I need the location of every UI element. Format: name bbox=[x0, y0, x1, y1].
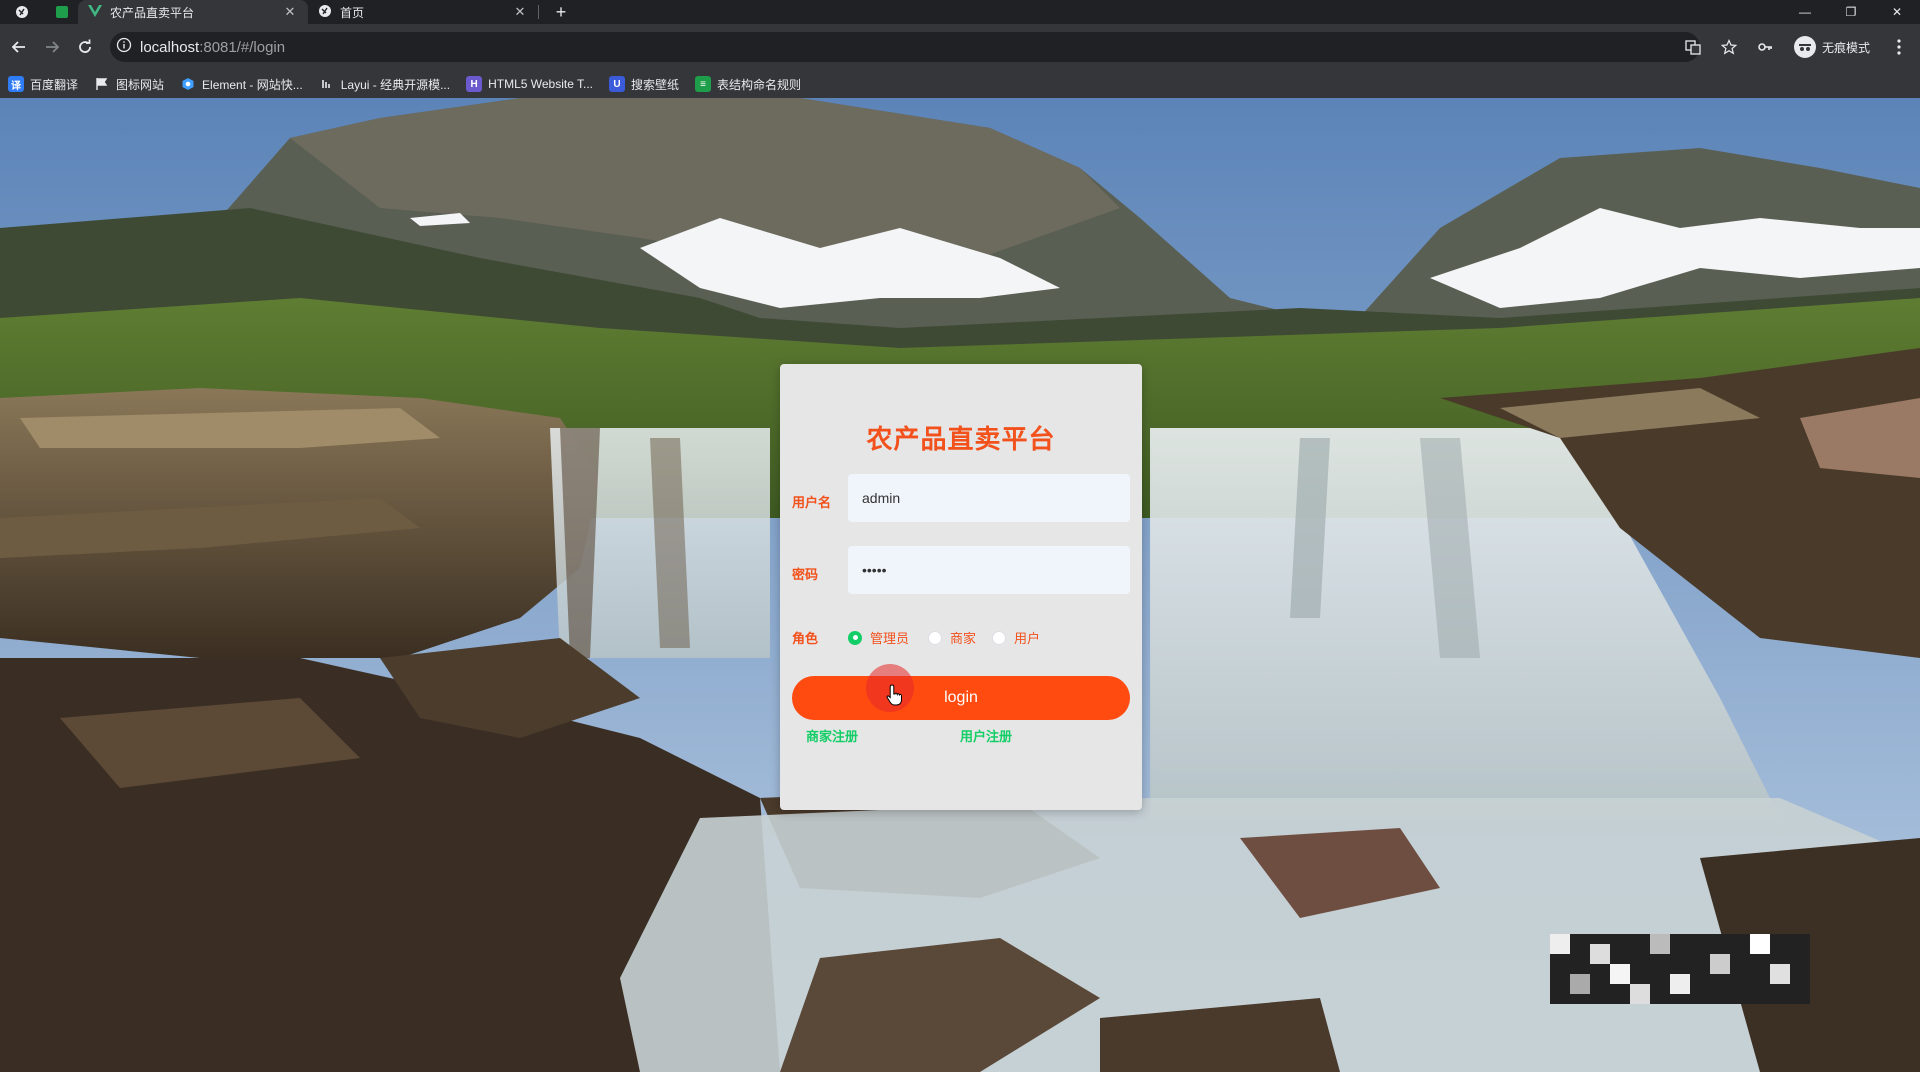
translate-page-icon[interactable] bbox=[1678, 32, 1708, 62]
bookmark-star-icon[interactable] bbox=[1714, 32, 1744, 62]
layui-icon bbox=[319, 76, 335, 92]
tab-divider bbox=[538, 5, 539, 19]
back-icon[interactable] bbox=[4, 32, 34, 62]
info-icon[interactable] bbox=[116, 37, 132, 58]
bookmark-label: Element - 网站快... bbox=[202, 77, 303, 92]
app-favicon-icon bbox=[52, 0, 72, 24]
incognito-indicator[interactable]: 无痕模式 bbox=[1786, 33, 1878, 61]
radio-unchecked-icon bbox=[992, 630, 1006, 645]
radio-label: 用户 bbox=[1014, 631, 1041, 646]
window-controls: — ❐ ✕ bbox=[1782, 0, 1920, 24]
role-radio-user[interactable]: 用户 bbox=[992, 628, 1040, 647]
forward-icon[interactable] bbox=[37, 32, 67, 62]
menu-kebab-icon[interactable] bbox=[1884, 32, 1914, 62]
bookmark-label: 图标网站 bbox=[116, 77, 165, 92]
password-mask: ••••• bbox=[862, 562, 887, 578]
bookmark-label: Layui - 经典开源模... bbox=[340, 77, 451, 92]
vue-icon bbox=[88, 4, 102, 20]
password-input[interactable]: ••••• bbox=[848, 546, 1130, 594]
html5-icon: H bbox=[466, 76, 483, 92]
url-path: :8081/#/login bbox=[199, 38, 286, 56]
hand-cursor-icon bbox=[886, 684, 902, 706]
translate-icon: 译 bbox=[8, 76, 24, 92]
tab-active[interactable]: 农产品直卖平台 ✕ bbox=[78, 0, 308, 24]
bookmark-label: 搜索壁纸 bbox=[631, 77, 680, 92]
bookmarks-bar: 译 百度翻译 图标网站 Element - 网站快... Layui - 经典开… bbox=[0, 70, 1920, 98]
login-card: 农产品直卖平台 用户名 密码 ••••• 角色 管理员 商家 用户 login … bbox=[780, 364, 1142, 810]
restore-icon[interactable]: ❐ bbox=[1828, 0, 1874, 24]
element-icon bbox=[180, 76, 196, 92]
tab-search-icon[interactable] bbox=[10, 0, 34, 24]
bookmark-item[interactable]: U 搜索壁纸 bbox=[609, 76, 679, 93]
new-tab-icon[interactable]: + bbox=[547, 0, 575, 24]
browser-toolbar: localhost:8081/#/login 无痕模式 bbox=[0, 24, 1920, 70]
tab-strip: 农产品直卖平台 ✕ 首页 ✕ + — ❐ ✕ bbox=[0, 0, 1920, 24]
radio-unchecked-icon bbox=[928, 630, 942, 645]
close-tab-icon[interactable]: ✕ bbox=[282, 4, 298, 20]
key-icon[interactable] bbox=[1750, 32, 1780, 62]
bookmark-item[interactable]: 译 百度翻译 bbox=[8, 76, 78, 93]
bookmark-item[interactable]: H HTML5 Website T... bbox=[466, 76, 593, 92]
tab-title: 农产品直卖平台 bbox=[110, 5, 195, 20]
globe-icon bbox=[318, 4, 332, 21]
tab-inactive[interactable]: 首页 ✕ bbox=[308, 0, 538, 24]
radio-checked-icon bbox=[848, 630, 862, 645]
bookmark-item[interactable]: 图标网站 bbox=[94, 76, 164, 93]
merchant-register-link[interactable]: 商家注册 bbox=[806, 726, 858, 745]
minimize-icon[interactable]: — bbox=[1782, 0, 1828, 24]
close-tab-icon[interactable]: ✕ bbox=[512, 4, 528, 20]
incognito-label: 无痕模式 bbox=[1821, 40, 1870, 55]
page-title: 农产品直卖平台 bbox=[866, 424, 1056, 454]
radio-label: 商家 bbox=[950, 631, 977, 646]
role-label: 角色 bbox=[792, 631, 819, 646]
bookmark-item[interactable]: Element - 网站快... bbox=[180, 76, 303, 93]
wallpaper-icon: U bbox=[609, 76, 626, 92]
address-bar[interactable]: localhost:8081/#/login bbox=[110, 32, 1700, 62]
role-radio-merchant[interactable]: 商家 bbox=[928, 628, 976, 647]
role-radio-admin[interactable]: 管理员 bbox=[848, 628, 909, 647]
bookmark-item[interactable]: ≡ 表结构命名规则 bbox=[695, 76, 801, 93]
user-register-link[interactable]: 用户注册 bbox=[960, 726, 1012, 745]
flag-icon bbox=[94, 76, 110, 92]
bookmark-label: 表结构命名规则 bbox=[717, 77, 802, 92]
reload-icon[interactable] bbox=[70, 32, 100, 62]
password-label: 密码 bbox=[792, 567, 819, 582]
url-host: localhost bbox=[140, 38, 200, 56]
doc-icon: ≡ bbox=[695, 76, 712, 92]
username-input[interactable] bbox=[848, 474, 1130, 522]
radio-label: 管理员 bbox=[870, 631, 910, 646]
tab-title: 首页 bbox=[340, 5, 365, 20]
close-window-icon[interactable]: ✕ bbox=[1874, 0, 1920, 24]
username-label: 用户名 bbox=[792, 495, 832, 510]
login-button[interactable]: login bbox=[792, 676, 1130, 720]
page-viewport: 农产品直卖平台 用户名 密码 ••••• 角色 管理员 商家 用户 login … bbox=[0, 98, 1920, 1072]
pixelated-watermark bbox=[1550, 934, 1810, 1004]
bookmark-label: 百度翻译 bbox=[30, 77, 79, 92]
bookmark-item[interactable]: Layui - 经典开源模... bbox=[319, 76, 450, 93]
bookmark-label: HTML5 Website T... bbox=[488, 77, 594, 91]
incognito-icon bbox=[1793, 36, 1816, 58]
toolbar-actions: 无痕模式 bbox=[1678, 32, 1914, 62]
